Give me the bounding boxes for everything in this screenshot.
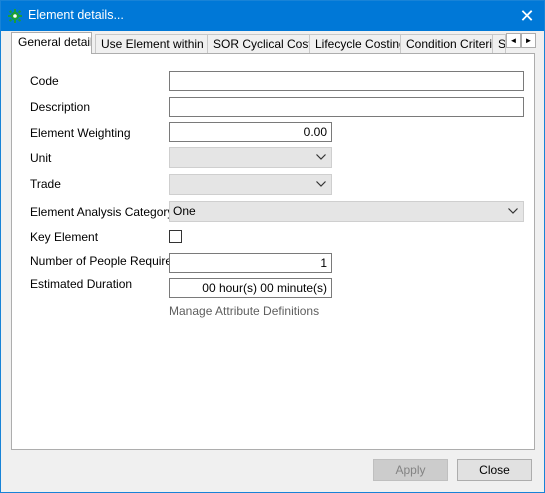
number-of-people-required-label: Number of People Required	[30, 254, 179, 268]
key-element-label: Key Element	[30, 230, 99, 244]
close-window-icon[interactable]: ✕	[510, 1, 544, 31]
tab-general-details[interactable]: General details	[11, 32, 92, 54]
code-label: Code	[30, 74, 59, 88]
tab-use-element-within[interactable]: Use Element within ..	[95, 34, 208, 53]
tab-condition-criteria[interactable]: Condition Criteria	[400, 34, 493, 53]
trade-label: Trade	[30, 177, 61, 191]
code-input[interactable]	[169, 71, 524, 91]
tab-strip: General details Use Element within .. SO…	[11, 32, 536, 54]
general-details-panel: Code Description Element Weighting 0.00 …	[11, 53, 535, 450]
element-analysis-category-value: One	[173, 204, 196, 218]
description-label: Description	[30, 100, 91, 114]
title-bar[interactable]: Element details... ✕	[1, 1, 544, 31]
tab-scroll-left-icon[interactable]: ◄	[506, 33, 521, 48]
estimated-duration-input[interactable]: 00 hour(s) 00 minute(s)	[169, 278, 332, 298]
window-title: Element details...	[28, 8, 124, 22]
number-of-people-required-input[interactable]: 1	[169, 253, 332, 273]
tab-lifecycle-costing[interactable]: Lifecycle Costing	[309, 34, 401, 53]
element-analysis-category-label: Element Analysis Category	[30, 205, 174, 219]
tab-sor-cyclical-costs[interactable]: SOR Cyclical Costs	[207, 34, 310, 53]
key-element-checkbox[interactable]	[169, 230, 182, 243]
chevron-down-icon	[508, 208, 518, 214]
tab-scroll-right-icon[interactable]: ►	[521, 33, 536, 48]
element-analysis-category-dropdown[interactable]: One	[169, 201, 524, 222]
tab-overflow-partial[interactable]: S	[492, 34, 506, 53]
chevron-down-icon	[316, 154, 326, 160]
manage-attribute-definitions-link[interactable]: Manage Attribute Definitions	[169, 304, 319, 318]
apply-button[interactable]: Apply	[373, 459, 448, 481]
estimated-duration-label: Estimated Duration	[30, 277, 133, 291]
close-button[interactable]: Close	[457, 459, 532, 481]
unit-label: Unit	[30, 151, 52, 165]
chevron-down-icon	[316, 181, 326, 187]
unit-dropdown[interactable]	[169, 147, 332, 168]
element-weighting-label: Element Weighting	[30, 126, 131, 140]
element-weighting-input[interactable]: 0.00	[169, 122, 332, 142]
description-input[interactable]	[169, 97, 524, 117]
element-details-window: Element details... ✕ General details Use…	[0, 0, 545, 493]
app-gear-icon	[8, 9, 22, 23]
trade-dropdown[interactable]	[169, 174, 332, 195]
